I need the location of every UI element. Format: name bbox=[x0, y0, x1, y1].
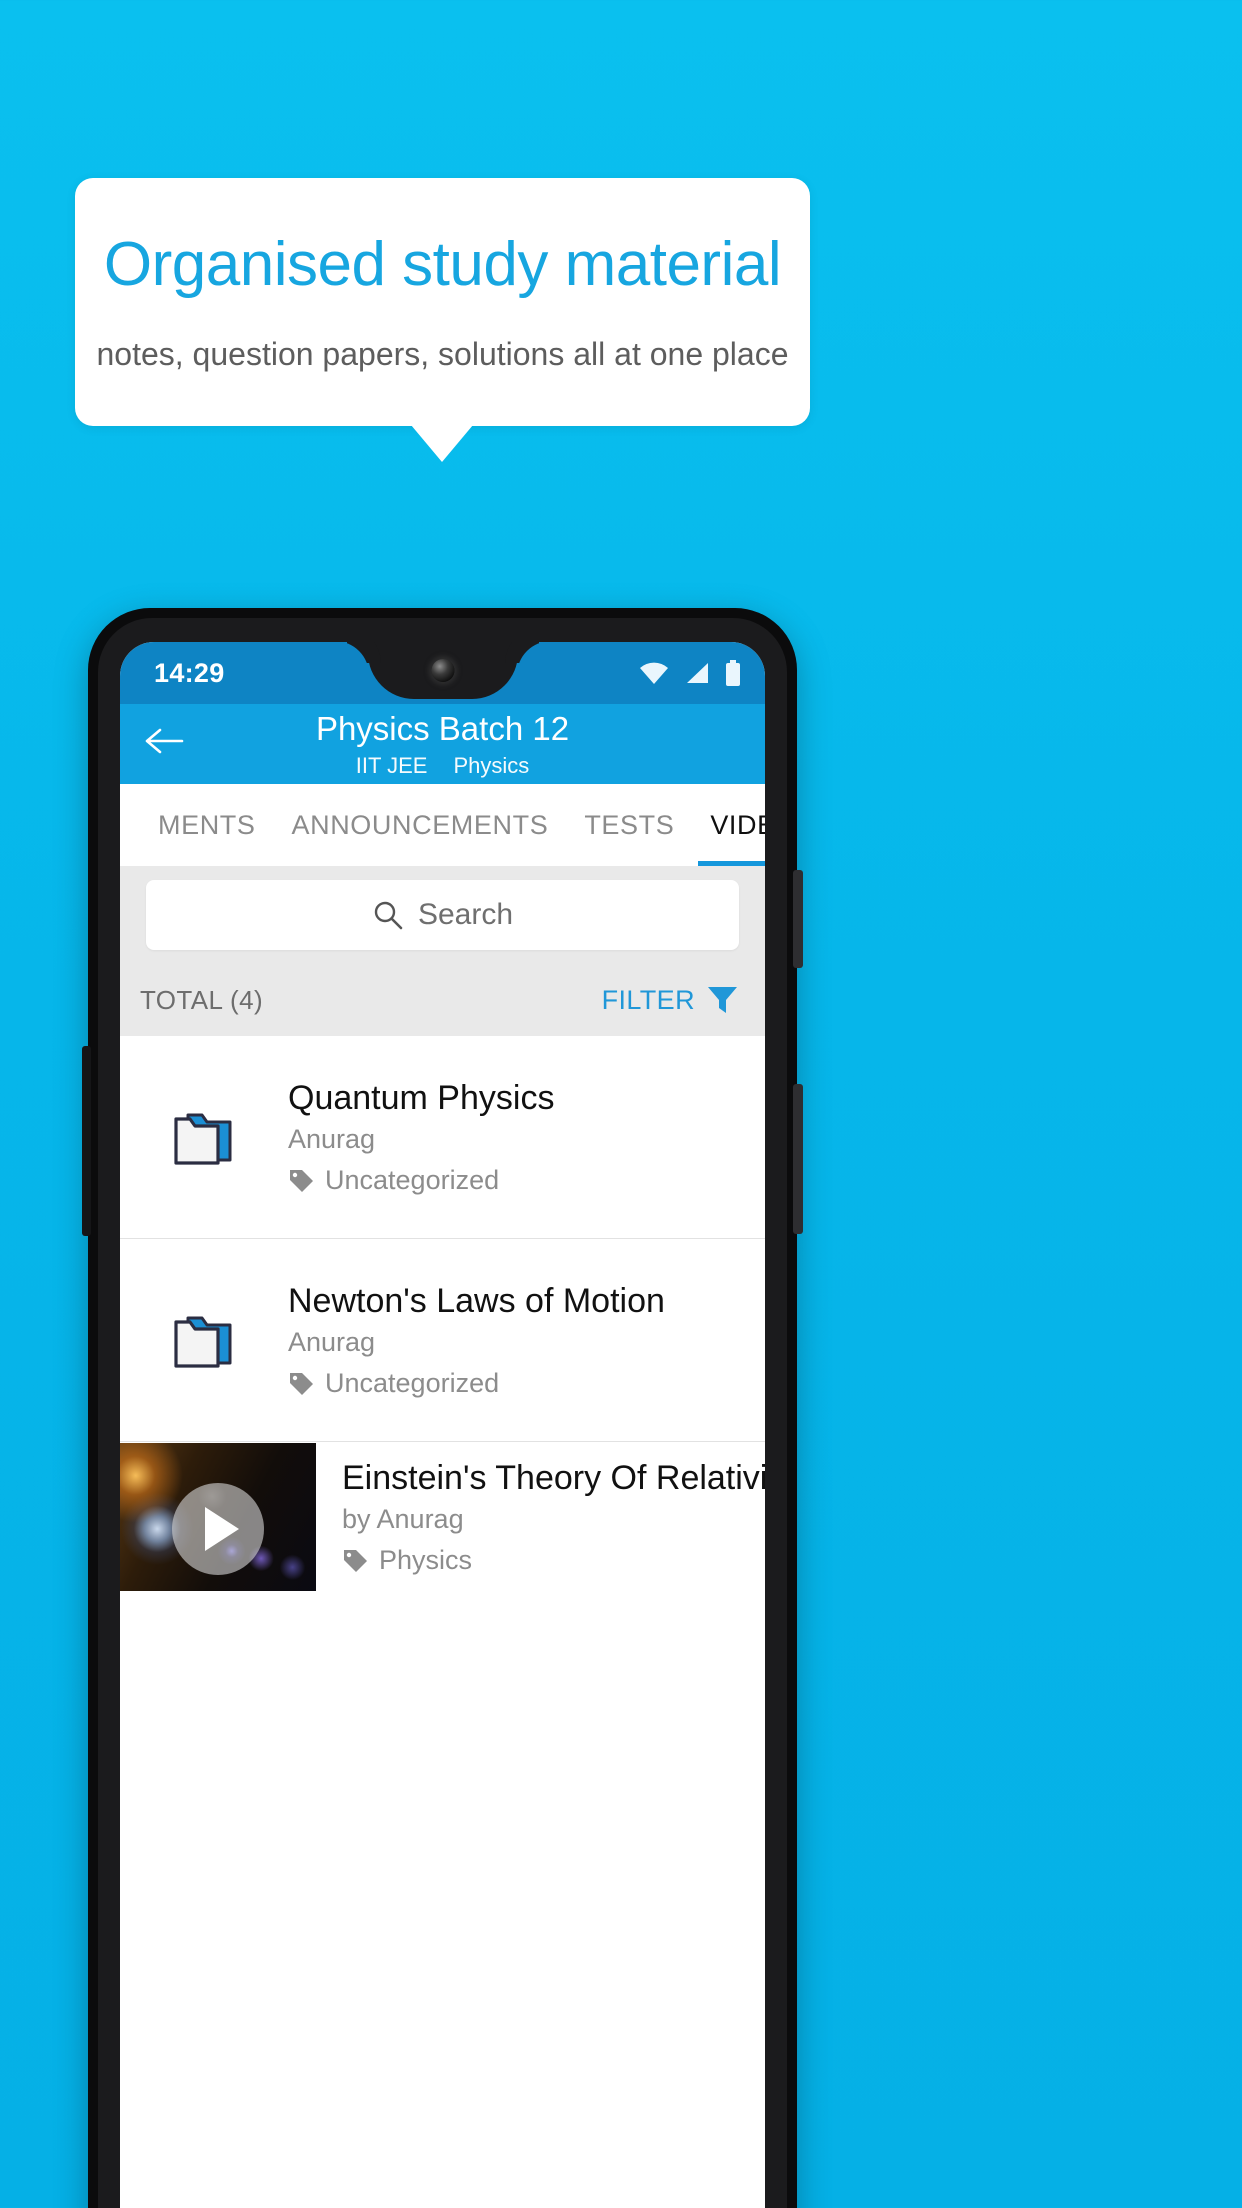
list-item-tag-row: Uncategorized bbox=[288, 1368, 749, 1399]
list-item-author: Anurag bbox=[288, 1327, 376, 1358]
folder-icon bbox=[120, 1308, 288, 1372]
front-camera-icon bbox=[431, 659, 454, 682]
promo-title: Organised study material bbox=[103, 230, 782, 299]
phone-volume-rocker[interactable] bbox=[793, 1084, 803, 1234]
list-item-title: Einstein's Theory Of Relativity bbox=[342, 1458, 765, 1497]
status-bar: 14:29 bbox=[120, 642, 765, 704]
list-item-tag: Uncategorized bbox=[325, 1164, 500, 1195]
tag-icon bbox=[344, 1550, 367, 1573]
signal-icon bbox=[687, 663, 708, 683]
list-item[interactable]: Quantum Physics Anurag Uncategorized bbox=[120, 1036, 765, 1239]
list-item-author: by Anurag bbox=[342, 1504, 464, 1535]
tab-bar: MENTS ANNOUNCEMENTS TESTS VIDEOS bbox=[120, 784, 765, 866]
wifi-icon bbox=[640, 662, 668, 684]
camera-notch bbox=[367, 642, 518, 699]
list-item-tag-row: Physics bbox=[342, 1545, 755, 1576]
video-thumbnail[interactable] bbox=[120, 1442, 316, 1591]
promo-card-tail bbox=[411, 425, 473, 462]
tag-icon bbox=[290, 1170, 313, 1193]
list-item-title: Newton's Laws of Motion bbox=[288, 1281, 665, 1320]
list-item-text: Newton's Laws of Motion Anurag Uncategor… bbox=[288, 1281, 765, 1399]
funnel-icon bbox=[708, 987, 737, 1013]
app-bar: Physics Batch 12 IIT JEE Physics bbox=[120, 704, 765, 784]
list-item-author: Anurag bbox=[288, 1124, 376, 1155]
folder-icon bbox=[120, 1105, 288, 1169]
list-item[interactable]: Newton's Laws of Motion Anurag Uncategor… bbox=[120, 1239, 765, 1442]
page-title: Physics Batch 12 bbox=[315, 710, 570, 747]
list-item-title: Quantum Physics bbox=[288, 1079, 555, 1117]
filter-button[interactable]: FILTER bbox=[602, 984, 739, 1016]
search-icon bbox=[374, 901, 403, 930]
list-item-tag: Physics bbox=[379, 1544, 473, 1575]
list-item-tag: Uncategorized bbox=[325, 1367, 500, 1398]
tab-announcements[interactable]: ANNOUNCEMENTS bbox=[274, 784, 567, 866]
tab-videos[interactable]: VIDEOS bbox=[692, 784, 765, 866]
status-icon-group bbox=[639, 660, 741, 686]
search-placeholder: Search bbox=[417, 898, 514, 931]
list-item-text: Einstein's Theory Of Relativity by Anura… bbox=[316, 1442, 765, 1592]
status-clock: 14:29 bbox=[154, 657, 225, 688]
promo-subtitle: notes, question papers, solutions all at… bbox=[96, 336, 789, 372]
total-count-label: TOTAL (4) bbox=[140, 984, 264, 1015]
app-subtitle-row: IIT JEE Physics bbox=[120, 753, 765, 779]
promo-card: Organised study material notes, question… bbox=[75, 178, 810, 426]
search-input[interactable]: Search bbox=[146, 880, 739, 950]
battery-icon bbox=[726, 660, 740, 686]
filter-label: FILTER bbox=[601, 984, 695, 1015]
list-item[interactable]: Einstein's Theory Of Relativity by Anura… bbox=[120, 1442, 765, 1592]
back-arrow-icon[interactable] bbox=[142, 718, 188, 764]
phone-volume-button[interactable] bbox=[82, 1046, 91, 1236]
play-icon[interactable] bbox=[172, 1482, 264, 1575]
list-item-text: Quantum Physics Anurag Uncategorized bbox=[288, 1078, 765, 1196]
app-subtitle-exam: IIT JEE bbox=[355, 752, 428, 778]
list-header-row: TOTAL (4) FILTER bbox=[120, 964, 765, 1036]
phone-power-button[interactable] bbox=[793, 870, 803, 968]
app-subtitle-subject: Physics bbox=[453, 752, 530, 778]
tab-tests[interactable]: TESTS bbox=[566, 784, 692, 866]
tab-assignments[interactable]: MENTS bbox=[140, 784, 274, 866]
phone-screen: 14:29 Physics Batch 12 IIT JEE Physics M… bbox=[120, 642, 765, 2208]
content-list: Quantum Physics Anurag Uncategorized New… bbox=[120, 1036, 765, 1592]
phone-device: 14:29 Physics Batch 12 IIT JEE Physics M… bbox=[82, 608, 803, 2208]
tag-icon bbox=[290, 1373, 313, 1396]
app-title-block: Physics Batch 12 IIT JEE Physics bbox=[120, 708, 765, 779]
search-section: Search bbox=[120, 866, 765, 964]
list-item-tag-row: Uncategorized bbox=[288, 1165, 749, 1196]
